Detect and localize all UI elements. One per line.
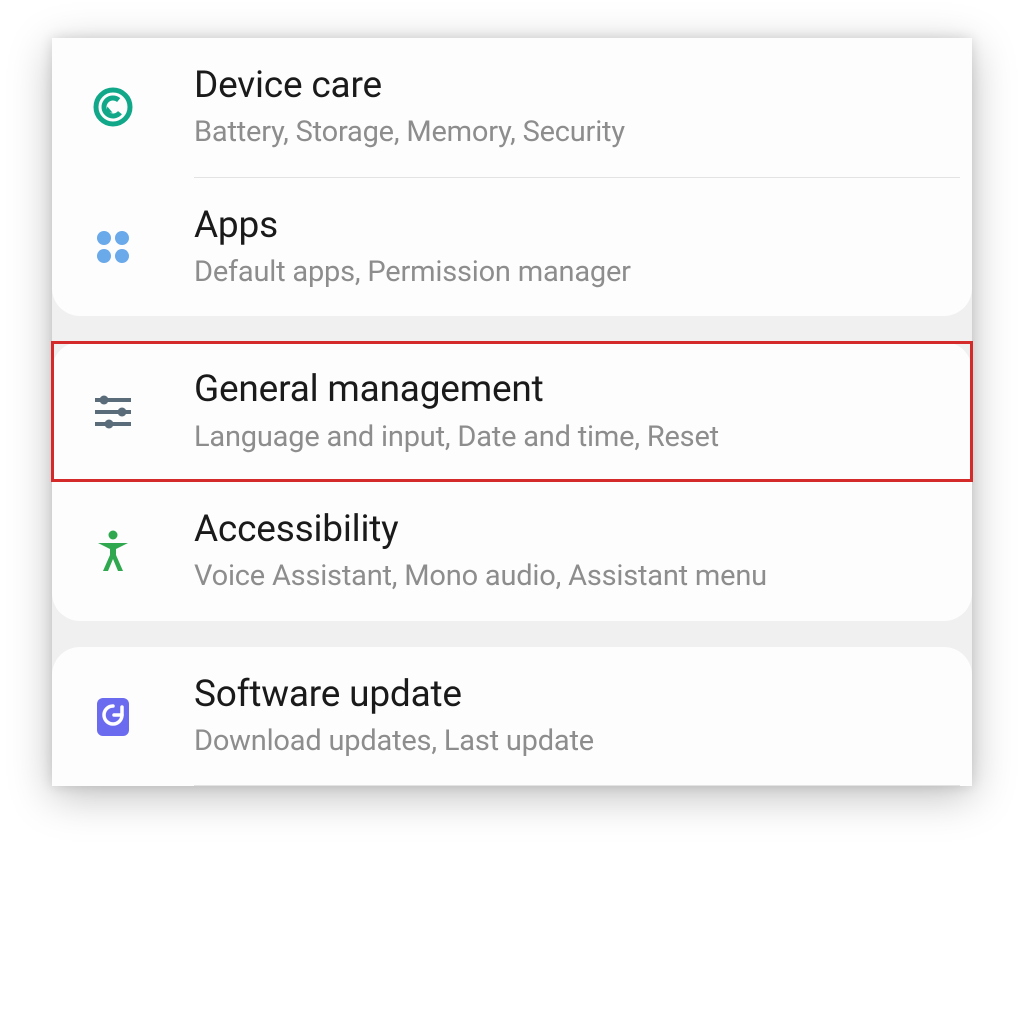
settings-row-texts: Apps Default apps, Permission manager [148,204,942,291]
device-care-icon [78,83,148,131]
settings-title: Software update [194,673,942,717]
settings-subtitle: Default apps, Permission manager [194,254,942,290]
settings-row-texts: General management Language and input, D… [148,368,942,455]
settings-title: General management [194,368,942,412]
settings-row-texts: Device care Battery, Storage, Memory, Se… [148,64,942,151]
settings-row-texts: Software update Download updates, Last u… [148,673,942,760]
settings-subtitle: Language and input, Date and time, Reset [194,419,942,455]
settings-group: General management Language and input, D… [52,342,972,620]
settings-subtitle: Voice Assistant, Mono audio, Assistant m… [194,558,942,594]
settings-row-device-care[interactable]: Device care Battery, Storage, Memory, Se… [52,38,972,177]
settings-subtitle: Download updates, Last update [194,723,942,759]
update-icon [78,692,148,740]
settings-row-texts: Accessibility Voice Assistant, Mono audi… [148,508,942,595]
settings-group: Device care Battery, Storage, Memory, Se… [52,38,972,316]
settings-row-accessibility[interactable]: Accessibility Voice Assistant, Mono audi… [52,482,972,621]
settings-subtitle: Battery, Storage, Memory, Security [194,114,942,150]
divider [194,785,960,786]
settings-screen: Device care Battery, Storage, Memory, Se… [52,38,972,786]
settings-title: Apps [194,204,942,248]
settings-group: Software update Download updates, Last u… [52,647,972,787]
settings-title: Accessibility [194,508,942,552]
accessibility-icon [78,527,148,575]
sliders-icon [78,388,148,436]
settings-title: Device care [194,64,942,108]
settings-row-software-update[interactable]: Software update Download updates, Last u… [52,647,972,786]
settings-row-general-management[interactable]: General management Language and input, D… [52,342,972,481]
settings-row-apps[interactable]: Apps Default apps, Permission manager [52,178,972,317]
apps-icon [78,223,148,271]
